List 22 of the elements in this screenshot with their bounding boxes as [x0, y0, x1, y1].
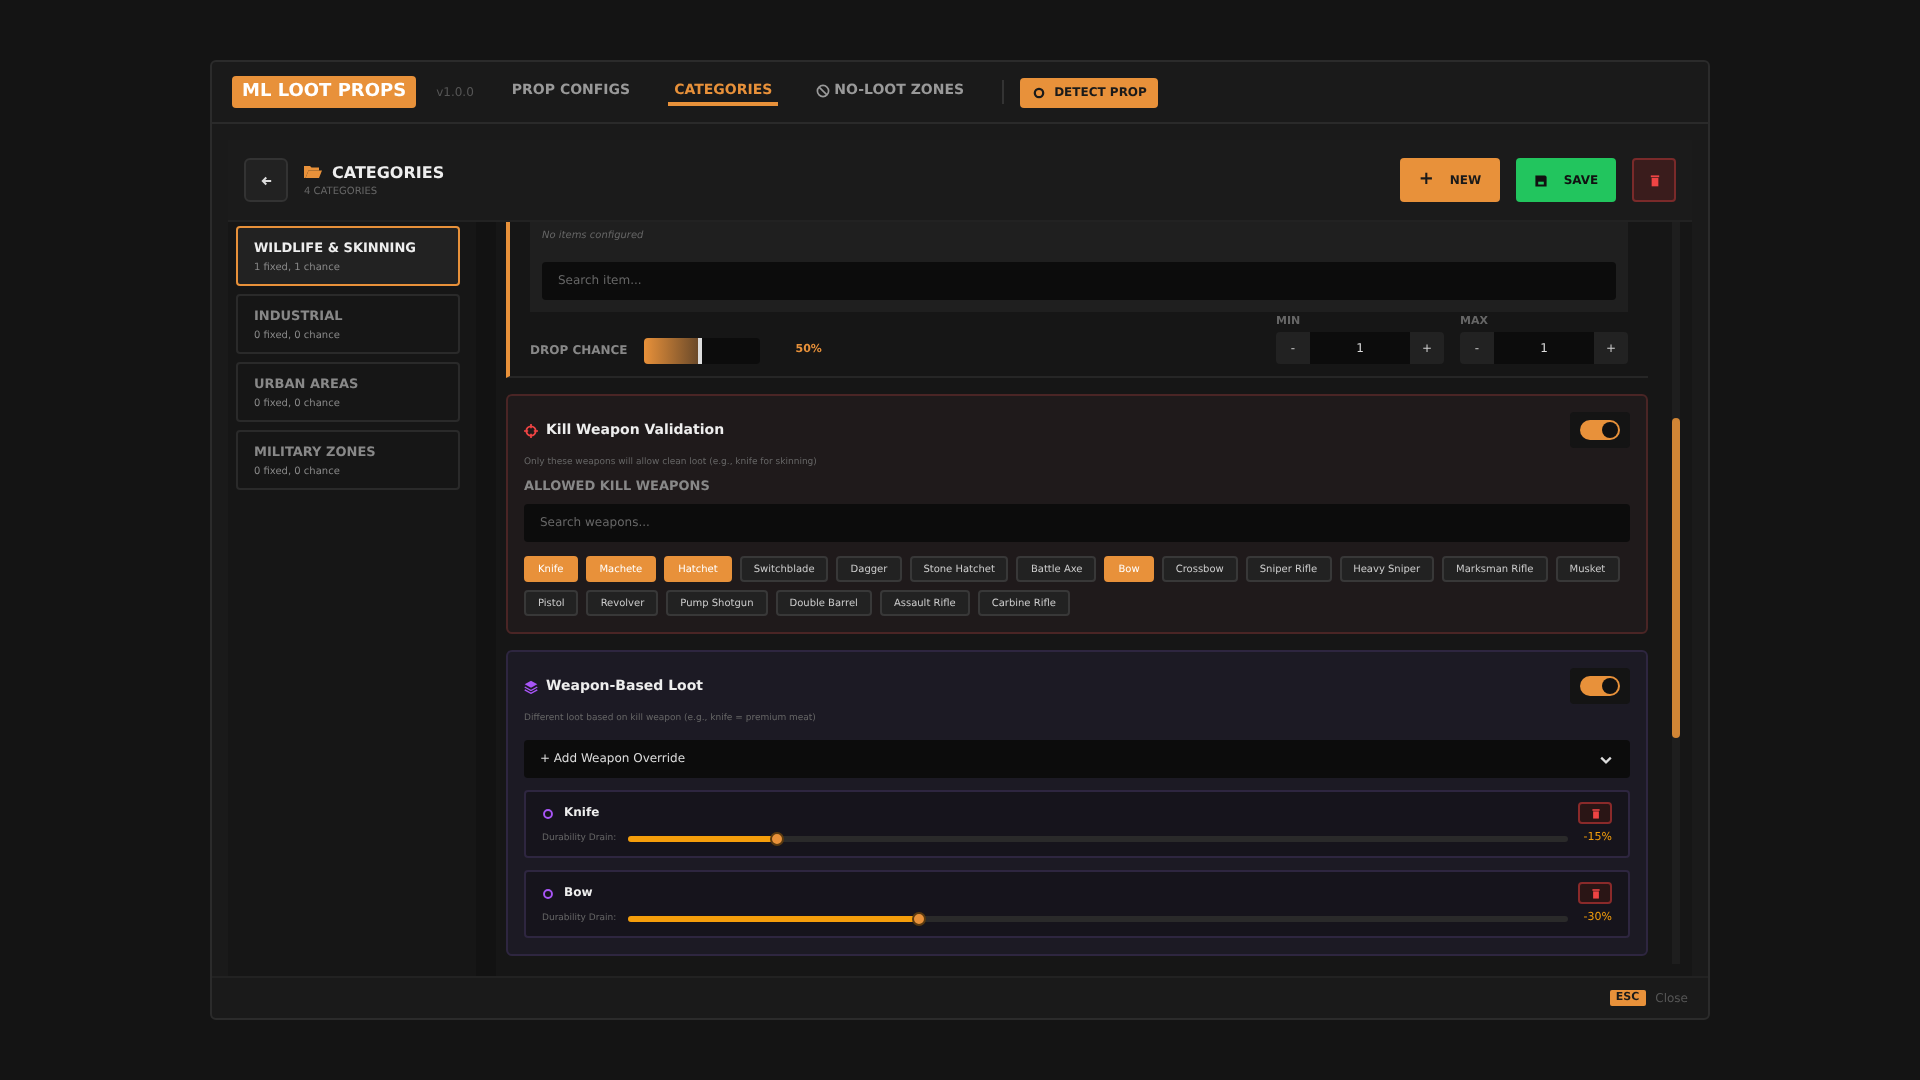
scrollbar-thumb[interactable]	[1672, 418, 1680, 738]
toggle-switch[interactable]	[1580, 420, 1620, 440]
target-icon	[1032, 85, 1047, 99]
trash-icon	[1589, 887, 1601, 899]
drop-chance-slider[interactable]	[643, 337, 760, 363]
delete-button[interactable]	[1632, 158, 1676, 202]
target-icon	[542, 887, 554, 899]
layers-icon	[524, 679, 538, 693]
target-icon	[542, 807, 554, 819]
folder-icon	[304, 164, 322, 180]
app-logo: ML LOOT PROPS	[232, 76, 417, 108]
page-title: CATEGORIES	[332, 163, 445, 181]
floppy-icon	[1533, 173, 1548, 187]
delete-button[interactable]	[1578, 882, 1612, 904]
delete-button[interactable]	[1578, 802, 1612, 824]
durability-slider[interactable]	[628, 915, 1568, 921]
chevron-down-icon	[1598, 751, 1614, 767]
back-arrow-icon	[259, 173, 273, 187]
crosshair-icon	[524, 423, 538, 437]
trash-icon	[1647, 173, 1661, 187]
trash-icon	[1589, 807, 1601, 819]
toggle-switch[interactable]	[1580, 676, 1620, 696]
